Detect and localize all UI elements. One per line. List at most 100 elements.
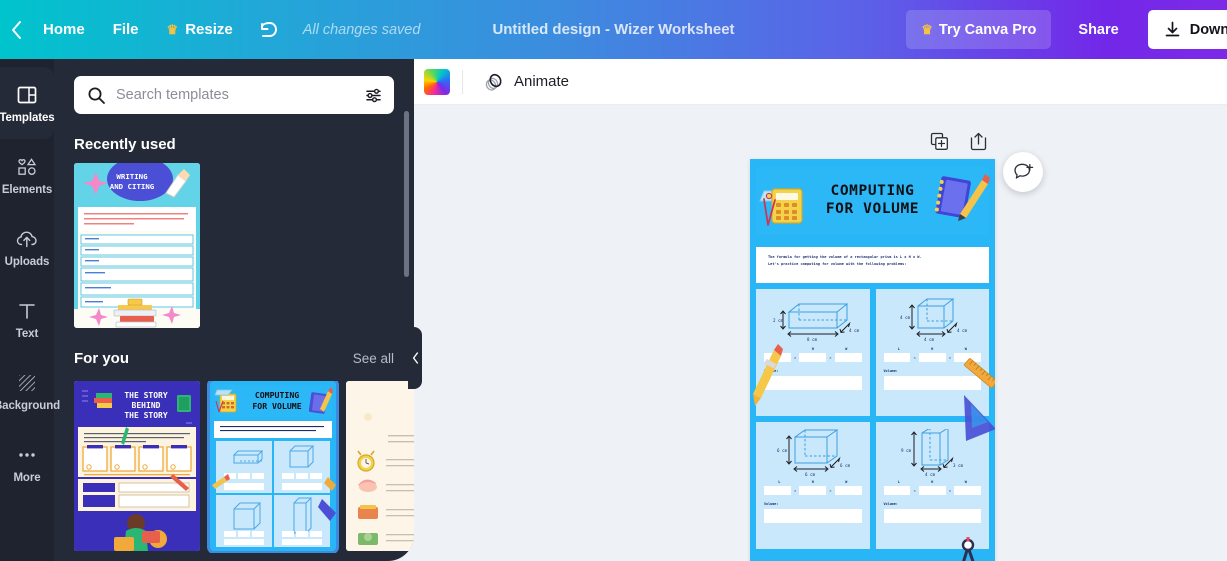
- width-label-2: 4 cm: [957, 328, 968, 333]
- sidebar-item-uploads[interactable]: Uploads: [0, 211, 54, 283]
- search-container: [54, 59, 414, 114]
- volume-label-1: Volume:: [764, 369, 779, 373]
- height-input-3[interactable]: [799, 486, 827, 495]
- input-headers-1: L H W: [764, 347, 862, 351]
- toolbar-divider: [462, 69, 463, 94]
- download-button[interactable]: Download: [1147, 10, 1227, 49]
- chevron-left-icon: [12, 20, 21, 39]
- ellipsis-icon: [16, 443, 38, 467]
- sidebar-item-label: More: [13, 471, 41, 484]
- height-input-2[interactable]: [918, 353, 946, 362]
- sidebar-item-more[interactable]: More: [0, 427, 54, 499]
- svg-text:COMPUTING: COMPUTING: [255, 390, 299, 400]
- animate-button[interactable]: Animate: [477, 66, 575, 98]
- volume-answer-input-2[interactable]: [883, 376, 981, 390]
- input-headers-2: L H W: [884, 347, 982, 351]
- template-thumbnail-writing-and-citing[interactable]: WRITING AND CITING: [74, 163, 200, 328]
- undo-button[interactable]: [247, 20, 289, 40]
- file-label: File: [112, 21, 139, 38]
- width-input-4[interactable]: [954, 486, 981, 495]
- col-label-l: L: [897, 347, 900, 351]
- file-menu-button[interactable]: File: [99, 0, 153, 59]
- for-you-carousel[interactable]: THE STORY BEHIND THE STORY COMPUTING FOR…: [54, 381, 414, 553]
- collapse-panel-button[interactable]: [408, 327, 422, 389]
- instruction-line-1: The formula for getting the volume of a …: [768, 255, 922, 259]
- pro-label: Try Canva Pro: [938, 21, 1037, 38]
- resize-button[interactable]: ♛ Resize: [153, 0, 247, 59]
- col-label-w: W: [964, 347, 967, 351]
- length-input-3[interactable]: [764, 486, 791, 495]
- template-thumbnail-computing-for-volume[interactable]: COMPUTING FOR VOLUME: [207, 381, 339, 553]
- template-thumbnail-the-story-behind-the-story[interactable]: THE STORY BEHIND THE STORY: [74, 381, 200, 551]
- animate-label: Animate: [514, 73, 570, 90]
- length-input-4[interactable]: [883, 486, 911, 495]
- input-row-3: × ×: [764, 486, 862, 495]
- save-status: All changes saved: [302, 21, 421, 38]
- upload-cloud-icon: [15, 227, 39, 251]
- length-input-2[interactable]: [883, 353, 911, 362]
- times-2: ×: [829, 488, 832, 493]
- try-canva-pro-button[interactable]: ♛ Try Canva Pro: [906, 10, 1052, 49]
- height-input-1[interactable]: [799, 353, 827, 362]
- width-input-2[interactable]: [954, 353, 981, 362]
- problem-cell-3[interactable]: 6 cm 6 cm 6 cm L H W × × Volume:: [756, 422, 870, 549]
- col-label-l: L: [897, 480, 900, 484]
- problem-cell-4[interactable]: 9 cm 4 cm 3 cm L H W × × Volume:: [875, 422, 989, 549]
- color-swatch-button[interactable]: [424, 68, 450, 95]
- crown-icon: ♛: [166, 22, 179, 37]
- background-icon: [16, 371, 38, 395]
- volume-answer-input-1[interactable]: [764, 376, 862, 390]
- recently-used-header: Recently used: [54, 114, 414, 163]
- search-input[interactable]: [116, 87, 355, 103]
- problem-cell-2[interactable]: 4 cm 4 cm 4 cm L H W × × Volume:: [875, 289, 989, 416]
- duplicate-page-icon[interactable]: [930, 132, 949, 151]
- download-icon: [1165, 21, 1180, 37]
- back-button[interactable]: [0, 20, 29, 40]
- share-button[interactable]: Share: [1059, 10, 1137, 49]
- filter-sliders-icon[interactable]: [365, 87, 382, 104]
- text-icon: [16, 299, 38, 323]
- times-1: ×: [793, 355, 797, 360]
- sidebar-item-background[interactable]: Background: [0, 355, 60, 427]
- add-comment-icon: [1013, 163, 1033, 179]
- design-title[interactable]: Untitled design - Wizer Worksheet: [492, 21, 734, 38]
- times-1: ×: [913, 355, 916, 360]
- design-heading-line2: FOR VOLUME: [825, 201, 920, 217]
- editor-subtoolbar: Animate: [414, 59, 1227, 105]
- width-input-3[interactable]: [834, 486, 862, 495]
- sidebar-item-elements[interactable]: Elements: [0, 139, 54, 211]
- volume-label-3: Volume:: [764, 502, 779, 506]
- input-row-2: × ×: [883, 353, 981, 362]
- problem-cell-1[interactable]: 2 cm 8 cm 4 cm L H W × × Volume:: [756, 289, 870, 416]
- design-page-1[interactable]: COMPUTING FOR VOLUME The formula for get…: [750, 159, 995, 561]
- width-label-1: 4 cm: [849, 328, 860, 333]
- sidebar-item-label: Background: [0, 399, 61, 412]
- crown-icon: ♛: [921, 22, 933, 37]
- sidebar-item-text[interactable]: Text: [0, 283, 54, 355]
- svg-text:WRITING: WRITING: [116, 172, 148, 181]
- search-box[interactable]: [74, 76, 394, 114]
- col-label-w: W: [845, 480, 848, 484]
- add-comment-button[interactable]: [1003, 152, 1043, 192]
- template-thumbnail-unscramble[interactable]: U M: [346, 381, 414, 551]
- top-toolbar-right: ♛ Try Canva Pro Share Download: [906, 0, 1227, 59]
- input-headers-4: L H W: [884, 480, 982, 484]
- length-input-1[interactable]: [764, 353, 791, 362]
- design-heading: COMPUTING FOR VOLUME: [826, 183, 919, 218]
- times-2: ×: [829, 355, 832, 360]
- home-button[interactable]: Home: [29, 0, 99, 59]
- add-page-icon[interactable]: [969, 132, 988, 151]
- see-all-link[interactable]: See all: [353, 351, 394, 366]
- templates-icon: [16, 83, 38, 107]
- width-input-1[interactable]: [834, 353, 862, 362]
- canvas-area: COMPUTING FOR VOLUME The formula for get…: [414, 105, 1227, 561]
- height-label-4: 9 cm: [901, 448, 912, 453]
- canva-editor: Home File ♛ Resize All changes saved Unt…: [0, 0, 1227, 561]
- cube-small: 4 cm 4 cm 4 cm: [900, 298, 968, 342]
- volume-answer-input-4[interactable]: [883, 509, 981, 523]
- height-input-4[interactable]: [918, 486, 946, 495]
- volume-answer-input-3[interactable]: [764, 509, 862, 523]
- panel-scrollbar[interactable]: [404, 111, 409, 277]
- prism-diagram-1: 2 cm 8 cm 4 cm: [756, 295, 870, 347]
- sidebar-item-templates[interactable]: Templates: [0, 67, 55, 139]
